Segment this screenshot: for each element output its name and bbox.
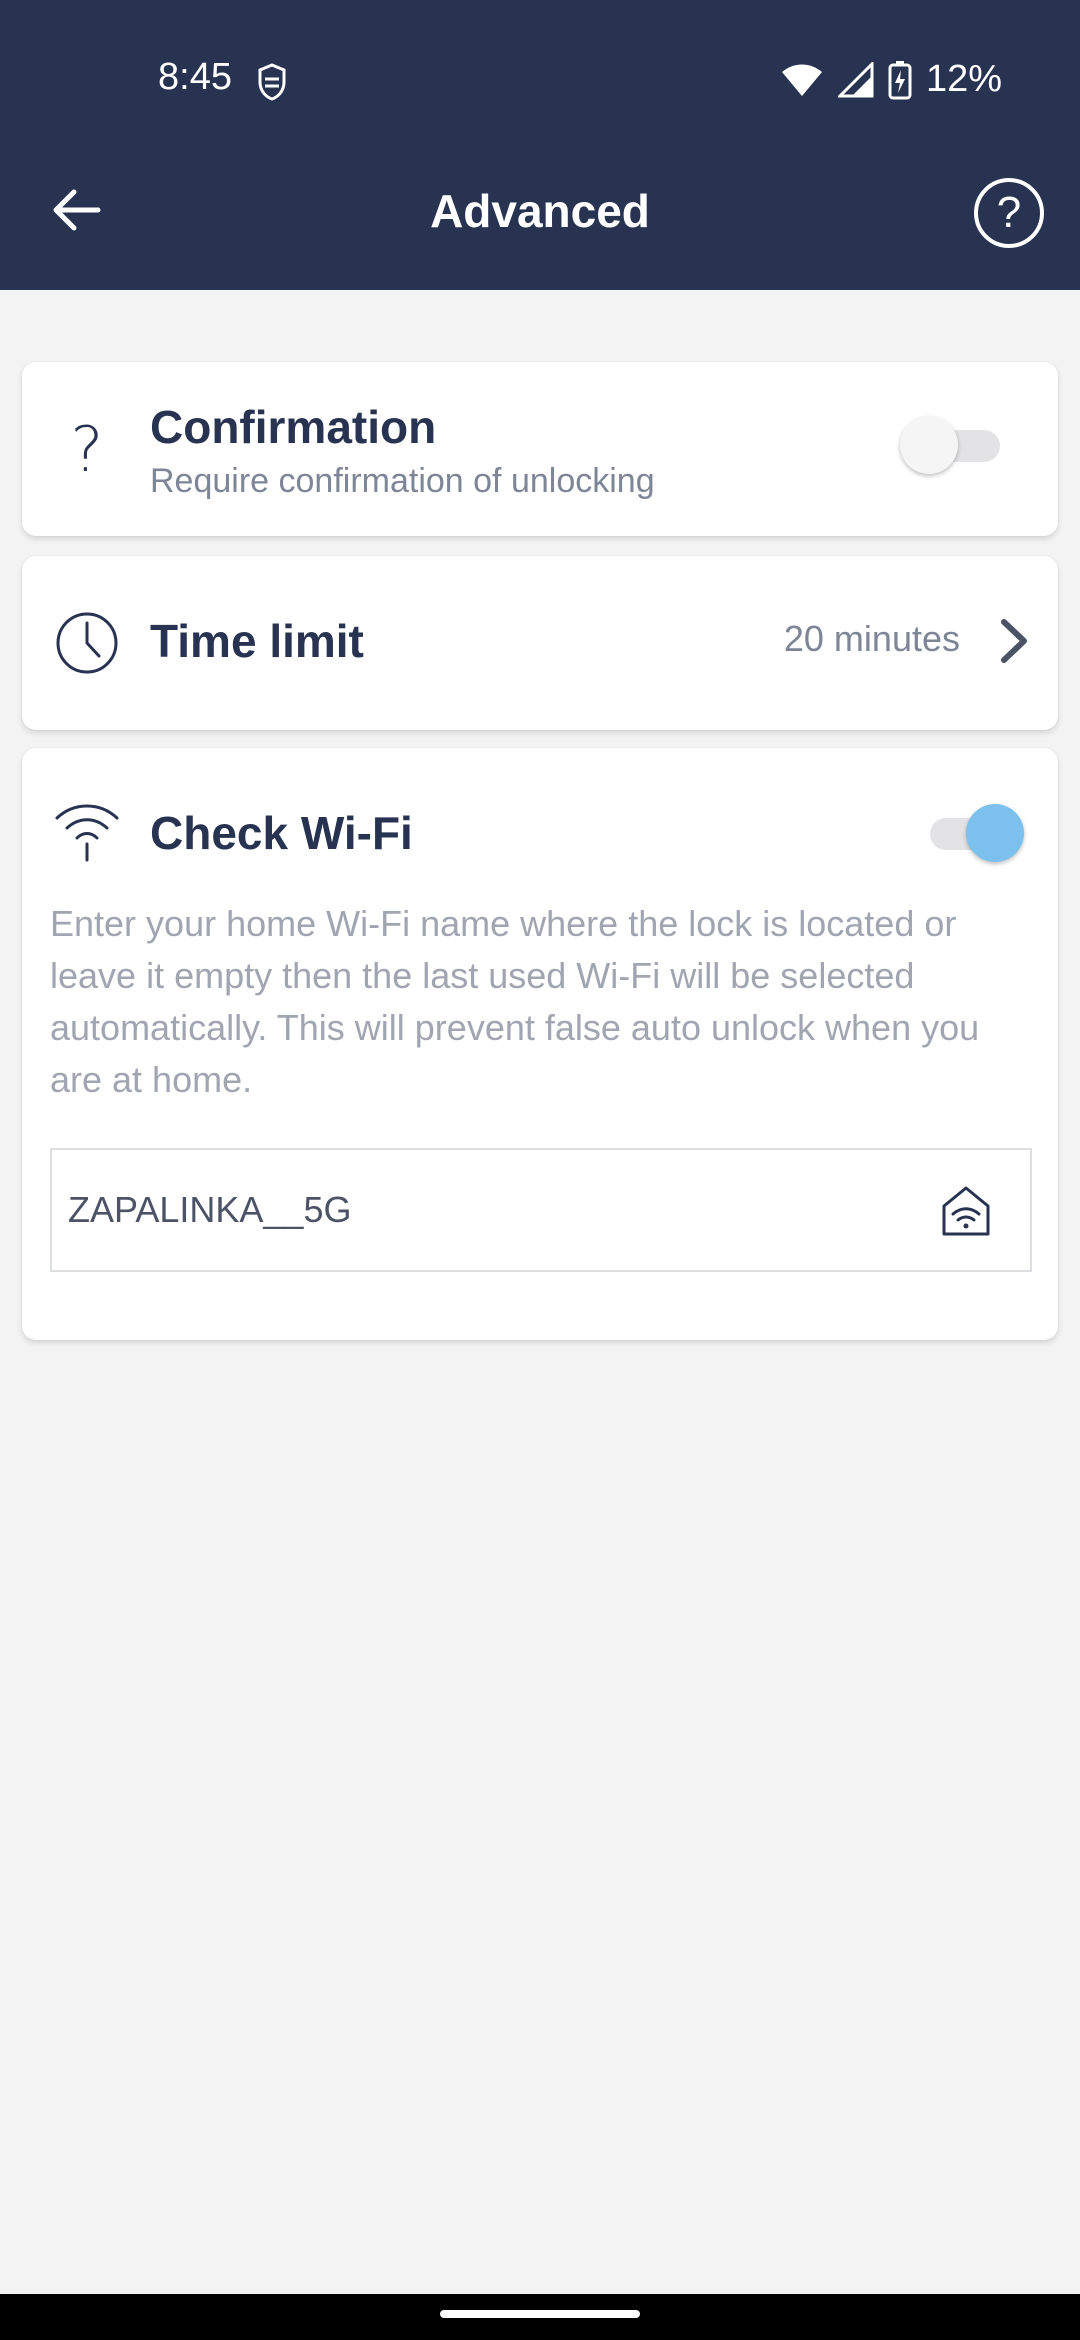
confirmation-toggle[interactable] <box>900 410 1004 480</box>
cell-signal-icon <box>837 61 874 97</box>
time-limit-card[interactable]: Time limit 20 minutes <box>22 556 1058 730</box>
system-nav-bar <box>0 2294 1080 2340</box>
confirmation-title: Confirmation <box>150 401 437 453</box>
page-title: Advanced <box>430 185 650 237</box>
help-icon: ? <box>996 188 1022 237</box>
question-mark-icon: ? <box>70 412 104 486</box>
battery-percent: 12% <box>925 58 1002 100</box>
help-button[interactable]: ? <box>974 178 1044 248</box>
wifi-icon <box>55 804 119 862</box>
toggle-knob <box>900 416 958 474</box>
wifi-signal-icon <box>781 64 822 96</box>
wifi-name-field[interactable] <box>50 1148 1032 1272</box>
check-wifi-card: Check Wi-Fi Enter your home Wi-Fi name w… <box>22 748 1058 1340</box>
check-wifi-toggle[interactable] <box>922 798 1026 868</box>
confirmation-card: ? Confirmation Require confirmation of u… <box>22 362 1058 536</box>
screen: 8:45 12% Advanced ? ? Confirmation Requi… <box>0 0 1080 2340</box>
check-wifi-title: Check Wi-Fi <box>150 807 413 859</box>
vpn-shield-icon <box>258 63 286 101</box>
toggle-knob <box>966 804 1024 862</box>
status-icons: 12% <box>780 58 1002 101</box>
battery-charging-icon <box>888 60 912 99</box>
app-header: 8:45 12% Advanced ? <box>0 0 1080 290</box>
check-wifi-description: Enter your home Wi-Fi name where the loc… <box>50 903 980 1100</box>
chevron-right-icon <box>1001 619 1027 663</box>
confirmation-subtitle: Require confirmation of unlocking <box>150 462 655 500</box>
status-time: 8:45 <box>158 56 232 98</box>
home-wifi-icon[interactable] <box>938 1182 994 1238</box>
time-limit-title: Time limit <box>150 615 364 667</box>
time-limit-value: 20 minutes <box>783 618 960 659</box>
wifi-name-input[interactable] <box>68 1150 888 1270</box>
clock-icon <box>56 612 118 674</box>
home-gesture-handle[interactable] <box>440 2310 640 2318</box>
